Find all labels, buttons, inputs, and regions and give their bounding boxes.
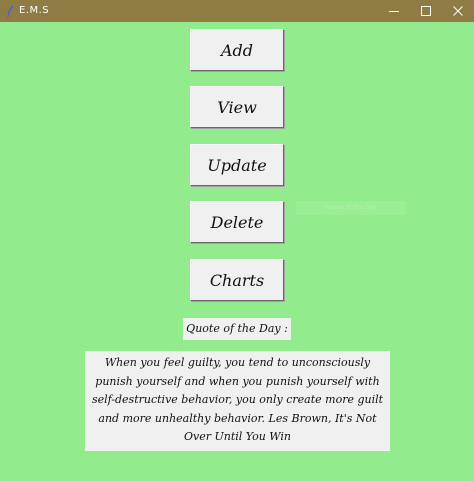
update-button[interactable]: Update (190, 144, 284, 186)
add-button[interactable]: Add (190, 29, 284, 71)
maximize-button[interactable] (411, 0, 441, 22)
window-title: E.M.S (19, 5, 50, 16)
maximize-icon (421, 6, 431, 16)
minimize-button[interactable] (379, 0, 409, 22)
view-button[interactable]: View (190, 86, 284, 128)
title-bar[interactable]: E.M.S (0, 0, 474, 22)
delete-button[interactable]: Delete (190, 201, 284, 243)
close-icon (453, 6, 463, 16)
quote-title: Quote of the Day : (183, 318, 291, 340)
feather-icon (6, 4, 14, 19)
charts-button[interactable]: Charts (190, 259, 284, 301)
minimize-icon (389, 6, 399, 16)
close-button[interactable] (443, 0, 473, 22)
quote-text: When you feel guilty, you tend to uncons… (85, 351, 390, 451)
faded-label: Quote of the Day (296, 201, 406, 215)
